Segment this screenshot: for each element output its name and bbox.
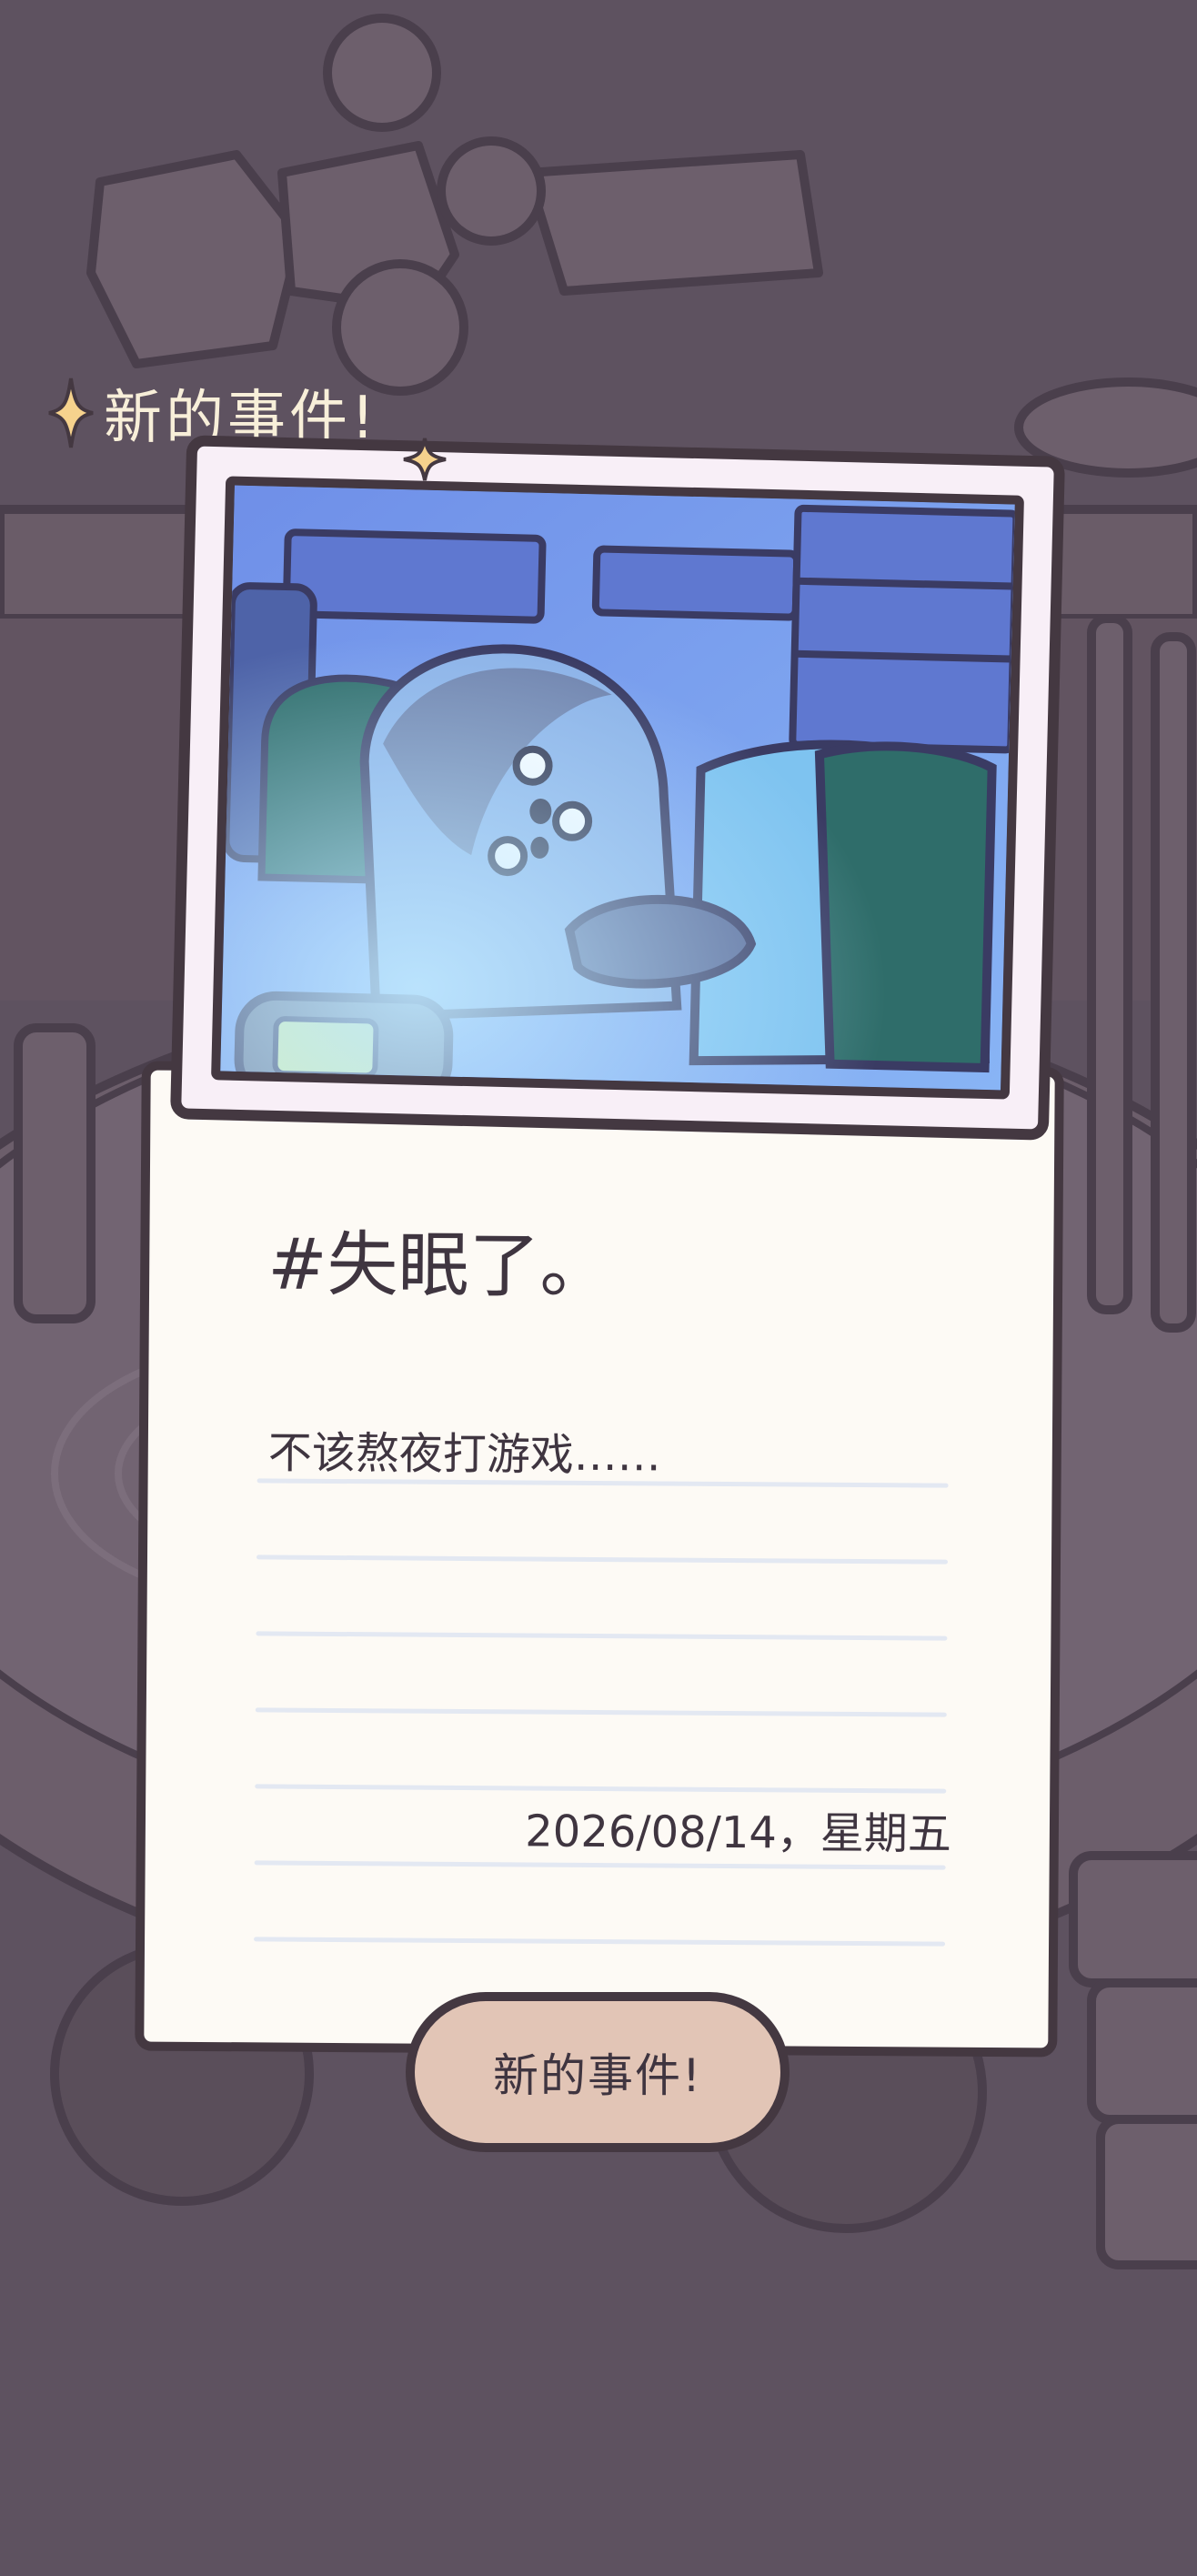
ruled-line — [254, 1860, 946, 1870]
ruled-line — [256, 1631, 948, 1641]
event-card: #失眠了。 不该熬夜打游戏…… 2026/08/14，星期五 — [135, 1061, 1064, 2058]
event-title: #失眠了。 — [267, 1223, 611, 1309]
new-event-button-label: 新的事件! — [492, 2049, 703, 2102]
event-note: 不该熬夜打游戏…… — [267, 1427, 662, 1482]
event-photo — [169, 435, 1066, 1141]
sparkle-icon — [403, 438, 447, 481]
ruled-line — [255, 1707, 947, 1717]
ruled-line — [255, 1784, 947, 1794]
ruled-line — [254, 1937, 946, 1947]
ruled-line — [256, 1555, 949, 1565]
sleepless-character-illustration — [220, 485, 1021, 1100]
new-event-button[interactable]: 新的事件! — [406, 1992, 790, 2152]
sparkle-icon — [48, 377, 94, 448]
event-illustration — [211, 476, 1024, 1100]
event-date: 2026/08/14，星期五 — [525, 1806, 952, 1860]
